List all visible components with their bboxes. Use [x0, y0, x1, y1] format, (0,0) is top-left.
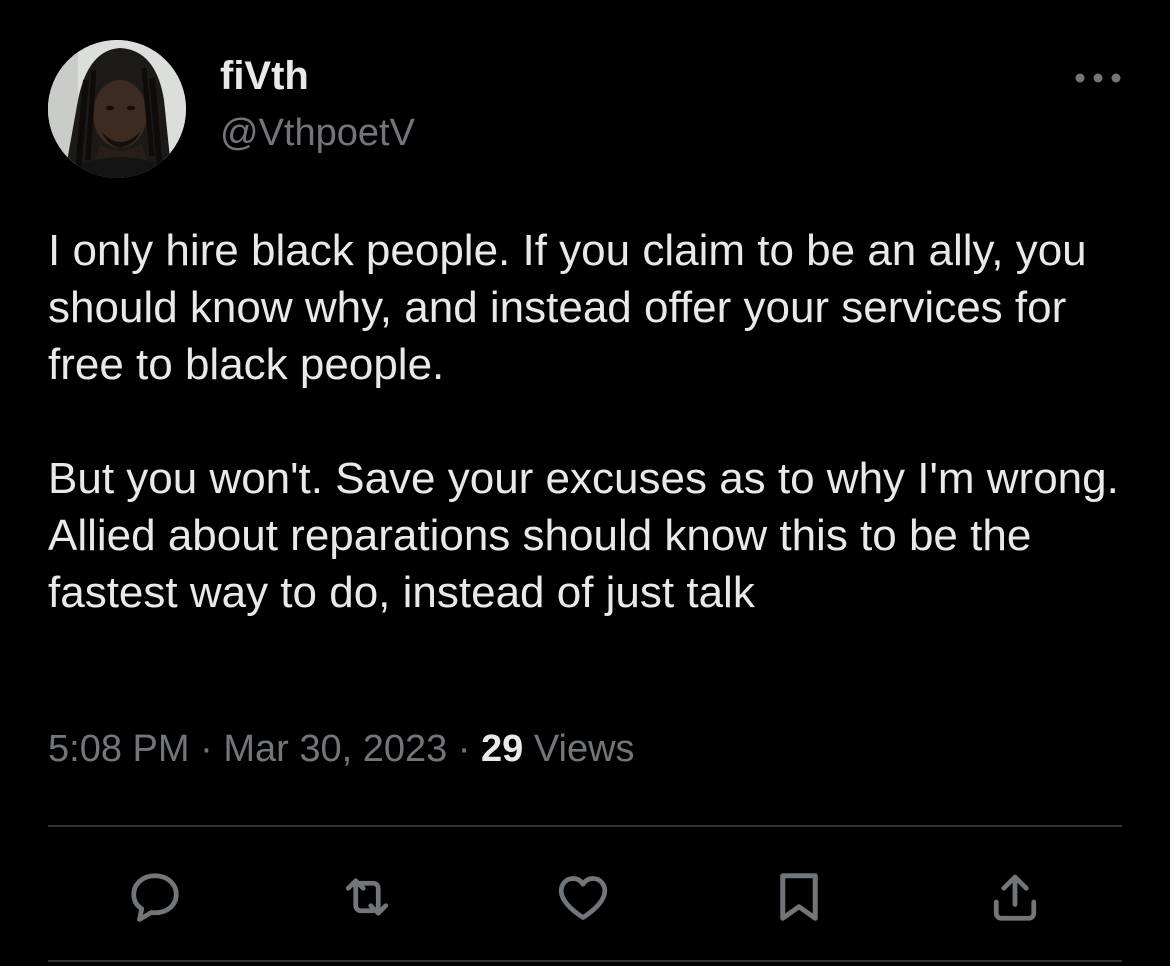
reply-icon [131, 873, 179, 922]
views-count: 29 [481, 728, 524, 770]
bookmark-icon [780, 873, 818, 921]
action-bar [48, 862, 1122, 932]
divider [48, 960, 1122, 962]
more-options-button[interactable] [1070, 60, 1126, 96]
views-label: Views [533, 728, 635, 770]
more-dots-icon [1075, 73, 1121, 83]
tweet-paragraph: But you won't. Save your excuses as to w… [48, 454, 1119, 617]
author-handle[interactable]: @VthpoetV [220, 110, 415, 156]
avatar-image [48, 40, 186, 178]
share-icon [993, 874, 1037, 921]
heart-icon [558, 876, 608, 920]
tweet-text: I only hire black people. If you claim t… [48, 222, 1138, 621]
meta-separator: · [200, 728, 213, 770]
reply-button[interactable] [120, 862, 190, 932]
tweet-paragraph: I only hire black people. If you claim t… [48, 226, 1087, 389]
tweet-meta: 5:08 PM · Mar 30, 2023 · 29 Views [48, 724, 635, 774]
retweet-icon [345, 878, 389, 916]
retweet-button[interactable] [332, 862, 402, 932]
meta-separator: · [457, 728, 471, 770]
divider [48, 825, 1122, 827]
share-button[interactable] [980, 862, 1050, 932]
tweet-date[interactable]: Mar 30, 2023 [223, 728, 447, 770]
avatar[interactable] [48, 40, 186, 178]
tweet-time[interactable]: 5:08 PM [48, 728, 190, 770]
tweet-detail: fiVth @VthpoetV I only hire black people… [0, 0, 1170, 966]
like-button[interactable] [548, 862, 618, 932]
bookmark-button[interactable] [764, 862, 834, 932]
author-display-name[interactable]: fiVth [220, 52, 309, 100]
